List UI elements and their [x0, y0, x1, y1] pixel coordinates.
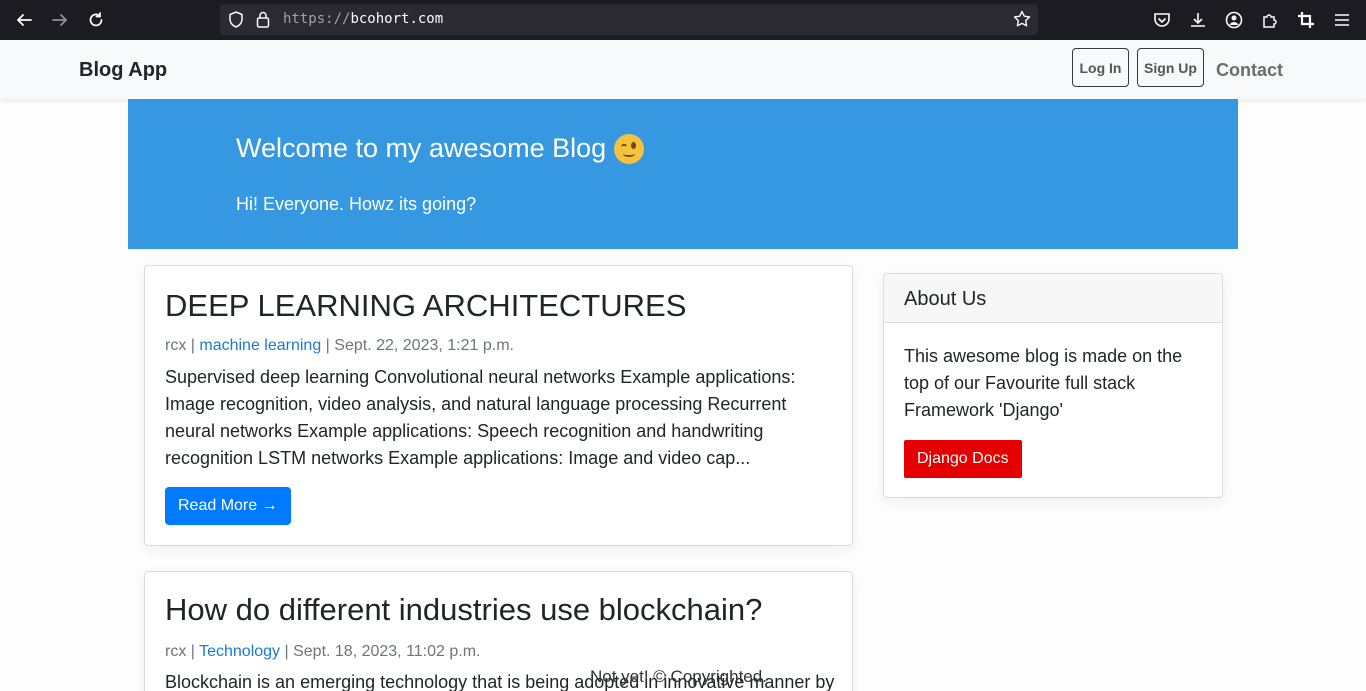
- extensions-button[interactable]: [1258, 8, 1282, 32]
- back-button[interactable]: [12, 8, 36, 32]
- puzzle-icon: [1263, 14, 1277, 28]
- download-icon: [1191, 13, 1205, 27]
- lock-icon[interactable]: [256, 11, 270, 28]
- hamburger-menu-icon: [1335, 14, 1349, 26]
- account-icon: [1225, 11, 1243, 29]
- post-excerpt: Supervised deep learning Convolutional n…: [165, 367, 796, 468]
- footer-copyright: Not yet! © Copyrighted.: [590, 667, 767, 686]
- signup-button[interactable]: Sign Up: [1137, 48, 1204, 87]
- post-date: Sept. 18, 2023, 11:02 p.m.: [293, 643, 481, 660]
- shield-icon[interactable]: [228, 11, 244, 28]
- about-us-text: This awesome blog is made on the top of …: [904, 346, 1183, 420]
- winking-face-icon: [614, 133, 645, 164]
- django-docs-button[interactable]: Django Docs: [904, 440, 1022, 478]
- post-title[interactable]: How do different industries use blockcha…: [165, 592, 762, 628]
- back-arrow-icon: [16, 14, 32, 26]
- downloads-button[interactable]: [1186, 8, 1210, 32]
- url-host: bcohort.com: [350, 11, 444, 27]
- address-bar[interactable]: https://bcohort.com: [220, 4, 1038, 35]
- post-category-link[interactable]: machine learning: [199, 337, 321, 354]
- post-title[interactable]: DEEP LEARNING ARCHITECTURES: [165, 288, 686, 324]
- browser-toolbar: https://bcohort.com: [0, 0, 1366, 40]
- url-scheme: https://: [283, 11, 351, 27]
- pocket-icon: [1154, 13, 1170, 27]
- post-date: Sept. 22, 2023, 1:21 p.m.: [334, 337, 514, 354]
- hero-banner: Welcome to my awesome Blog Hi! Everyone.…: [128, 99, 1238, 249]
- reload-button[interactable]: [84, 8, 108, 32]
- crop-tool-button[interactable]: [1294, 8, 1318, 32]
- login-button[interactable]: Log In: [1072, 48, 1129, 87]
- forward-button[interactable]: [48, 8, 72, 32]
- bookmark-star-icon[interactable]: [1013, 10, 1031, 28]
- crop-icon: [1298, 12, 1314, 28]
- site-navbar: Blog App Log In Sign Up Contact: [0, 40, 1366, 99]
- post-category-link[interactable]: Technology: [199, 643, 280, 660]
- brand-logo[interactable]: Blog App: [79, 59, 167, 82]
- about-us-header: About Us: [884, 274, 1222, 323]
- hero-title-text: Welcome to my awesome Blog: [236, 133, 607, 163]
- post-author: rcx: [165, 643, 187, 660]
- about-us-title: About Us: [904, 288, 987, 310]
- post-card: DEEP LEARNING ARCHITECTURES rcx | machin…: [144, 265, 853, 546]
- url-text[interactable]: https://bcohort.com: [283, 11, 443, 27]
- menu-button[interactable]: [1330, 8, 1354, 32]
- about-us-card: About Us This awesome blog is made on th…: [883, 273, 1223, 498]
- forward-arrow-icon: [52, 14, 68, 26]
- hero-subtitle: Hi! Everyone. Howz its going?: [236, 194, 477, 214]
- post-author: rcx: [165, 337, 187, 354]
- account-button[interactable]: [1222, 8, 1246, 32]
- post-meta: rcx | machine learning | Sept. 22, 2023,…: [165, 337, 514, 354]
- hero-title: Welcome to my awesome Blog: [236, 133, 645, 164]
- contact-link[interactable]: Contact: [1216, 60, 1283, 81]
- read-more-button[interactable]: Read More →: [165, 487, 291, 525]
- post-meta: rcx | Technology | Sept. 18, 2023, 11:02…: [165, 643, 481, 660]
- pocket-button[interactable]: [1150, 8, 1174, 32]
- reload-icon: [89, 12, 103, 27]
